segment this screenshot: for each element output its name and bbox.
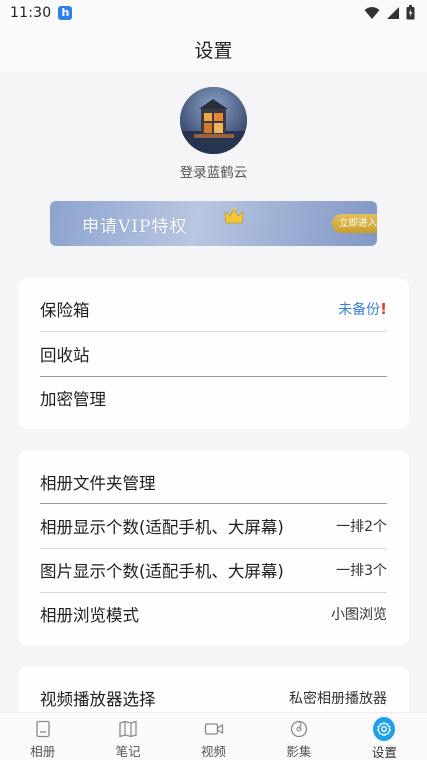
gear-icon	[373, 717, 396, 741]
notebook-icon	[117, 718, 139, 739]
backup-status: 未备份!	[338, 299, 387, 319]
status-bar: 11:30 h	[0, 0, 427, 26]
album-icon	[32, 718, 54, 739]
row-safe-box[interactable]: 保险箱 未备份!	[40, 287, 387, 331]
tab-label: 相册	[30, 744, 56, 759]
film-reel-icon	[288, 718, 310, 739]
security-settings-card: 保险箱 未备份! 回收站 加密管理	[18, 278, 409, 429]
crown-icon	[224, 207, 244, 224]
vip-enter-button[interactable]: 立即进入	[332, 214, 377, 233]
active-tab-indicator	[373, 717, 396, 741]
row-label: 加密管理	[40, 390, 106, 409]
avatar-image	[180, 87, 247, 154]
tab-label: 笔记	[115, 744, 141, 759]
row-value: 小图浏览	[331, 607, 387, 623]
album-settings-card: 相册文件夹管理 相册显示个数(适配手机、大屏幕) 一排2个 图片显示个数(适配手…	[18, 450, 409, 646]
row-label: 图片显示个数(适配手机、大屏幕)	[40, 562, 284, 581]
row-value: 私密相册播放器	[289, 691, 387, 707]
vip-banner[interactable]: 申请VIP特权 立即进入	[50, 201, 377, 246]
row-album-folder-management[interactable]: 相册文件夹管理	[40, 460, 387, 504]
settings-screen: 11:30 h 设置 登录蓝鹤云 申请VIP特权 立即进入 保险箱 未备份! 回…	[0, 0, 427, 760]
vip-title: 申请VIP特权	[82, 217, 188, 237]
row-value: 一排2个	[336, 519, 387, 535]
video-camera-icon	[203, 718, 225, 739]
row-label: 视频播放器选择	[40, 690, 156, 709]
row-image-count[interactable]: 图片显示个数(适配手机、大屏幕) 一排3个	[40, 548, 387, 592]
page-title: 设置	[194, 39, 233, 62]
tab-label: 视频	[201, 744, 227, 759]
tab-gallery[interactable]: 影集	[256, 713, 341, 760]
tab-video[interactable]: 视频	[171, 713, 256, 760]
wifi-icon	[364, 6, 380, 19]
row-encryption-management[interactable]: 加密管理	[40, 376, 387, 420]
row-album-browse-mode[interactable]: 相册浏览模式 小图浏览	[40, 592, 387, 636]
row-label: 相册浏览模式	[40, 606, 139, 625]
bottom-tab-bar: 相册 笔记 视频 影集 设置	[0, 712, 427, 760]
row-recycle-bin[interactable]: 回收站	[40, 332, 387, 376]
page-header: 设置	[0, 26, 427, 72]
warning-mark: !	[380, 300, 387, 318]
login-link[interactable]: 登录蓝鹤云	[0, 161, 427, 181]
tab-album[interactable]: 相册	[0, 713, 85, 760]
battery-icon	[406, 5, 415, 20]
tab-settings[interactable]: 设置	[342, 713, 427, 760]
row-label: 相册文件夹管理	[40, 474, 156, 493]
tab-label: 设置	[371, 745, 397, 760]
row-label: 回收站	[40, 346, 90, 365]
row-value: 一排3个	[336, 563, 387, 579]
status-indicators	[364, 5, 415, 20]
status-time: 11:30	[10, 5, 52, 21]
backup-status-text: 未备份	[338, 302, 381, 318]
tab-label: 影集	[286, 744, 312, 759]
signal-icon	[387, 6, 399, 19]
tab-notes[interactable]: 笔记	[85, 713, 170, 760]
avatar[interactable]	[180, 87, 247, 154]
row-album-count[interactable]: 相册显示个数(适配手机、大屏幕) 一排2个	[40, 504, 387, 548]
row-label: 相册显示个数(适配手机、大屏幕)	[40, 518, 284, 537]
row-label: 保险箱	[40, 301, 90, 320]
app-notification-icon: h	[58, 6, 73, 20]
